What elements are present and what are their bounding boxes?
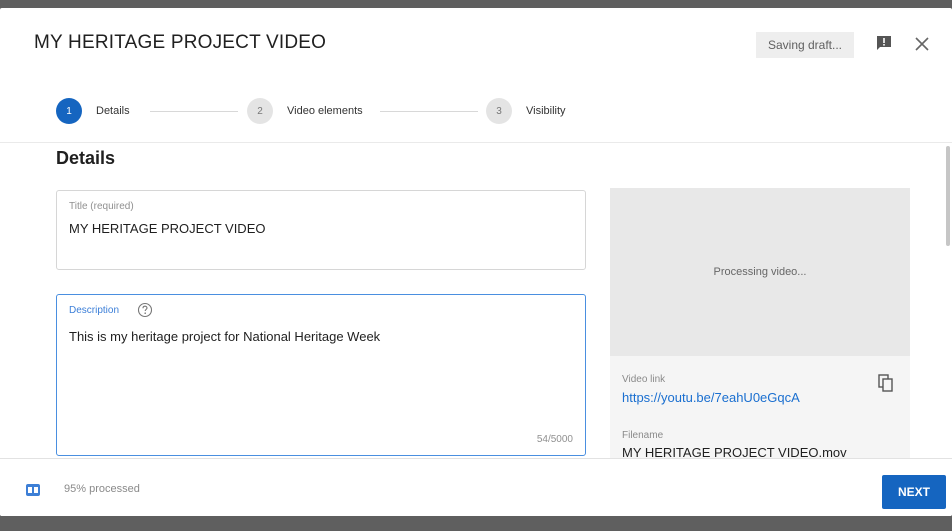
step-3-number[interactable]: 3 [486, 98, 512, 124]
next-button[interactable]: NEXT [882, 475, 946, 509]
title-input[interactable]: MY HERITAGE PROJECT VIDEO [69, 221, 265, 236]
help-icon[interactable] [137, 302, 153, 318]
processing-status: Processing video... [713, 266, 807, 278]
description-field[interactable]: Description This is my heritage project … [56, 294, 586, 456]
step-2-number[interactable]: 2 [247, 98, 273, 124]
title-field[interactable]: Title (required) MY HERITAGE PROJECT VID… [56, 190, 586, 270]
dialog-title: MY HERITAGE PROJECT VIDEO [34, 32, 327, 53]
video-link-label: Video link [622, 374, 666, 385]
video-preview-panel: Processing video... Video link https://y… [610, 188, 910, 466]
step-details-label[interactable]: Details [96, 105, 130, 117]
feedback-icon [877, 36, 891, 50]
processing-progress: 95% processed [64, 483, 140, 495]
description-input[interactable]: This is my heritage project for National… [69, 329, 380, 344]
step-video-elements-label[interactable]: Video elements [287, 105, 363, 117]
filename-label: Filename [622, 430, 664, 441]
title-field-label: Title (required) [69, 201, 134, 212]
step-connector [150, 111, 238, 112]
dialog-footer: 95% processed NEXT [0, 458, 952, 516]
close-button[interactable] [912, 34, 932, 54]
dialog-header: MY HERITAGE PROJECT VIDEO Saving draft..… [0, 8, 952, 80]
video-link[interactable]: https://youtu.be/7eahU0eGqcA [622, 390, 800, 405]
step-connector [380, 111, 478, 112]
scrollbar[interactable] [946, 146, 950, 246]
saving-status: Saving draft... [756, 32, 854, 58]
hd-glyph-icon [28, 487, 38, 493]
hd-icon [26, 484, 40, 496]
upload-dialog: MY HERITAGE PROJECT VIDEO Saving draft..… [0, 8, 952, 516]
copy-icon [878, 374, 893, 392]
step-visibility-label[interactable]: Visibility [526, 105, 566, 117]
close-icon [915, 37, 929, 51]
step-1-number[interactable]: 1 [56, 98, 82, 124]
video-preview: Processing video... [610, 188, 910, 356]
section-title: Details [56, 148, 116, 168]
copy-link-button[interactable] [878, 374, 894, 392]
description-field-label: Description [69, 305, 120, 316]
divider [0, 142, 952, 143]
description-char-count: 54/5000 [536, 434, 573, 445]
feedback-button[interactable] [874, 33, 894, 53]
stepper: 1 Details 2 Video elements 3 Visibility [0, 80, 952, 142]
